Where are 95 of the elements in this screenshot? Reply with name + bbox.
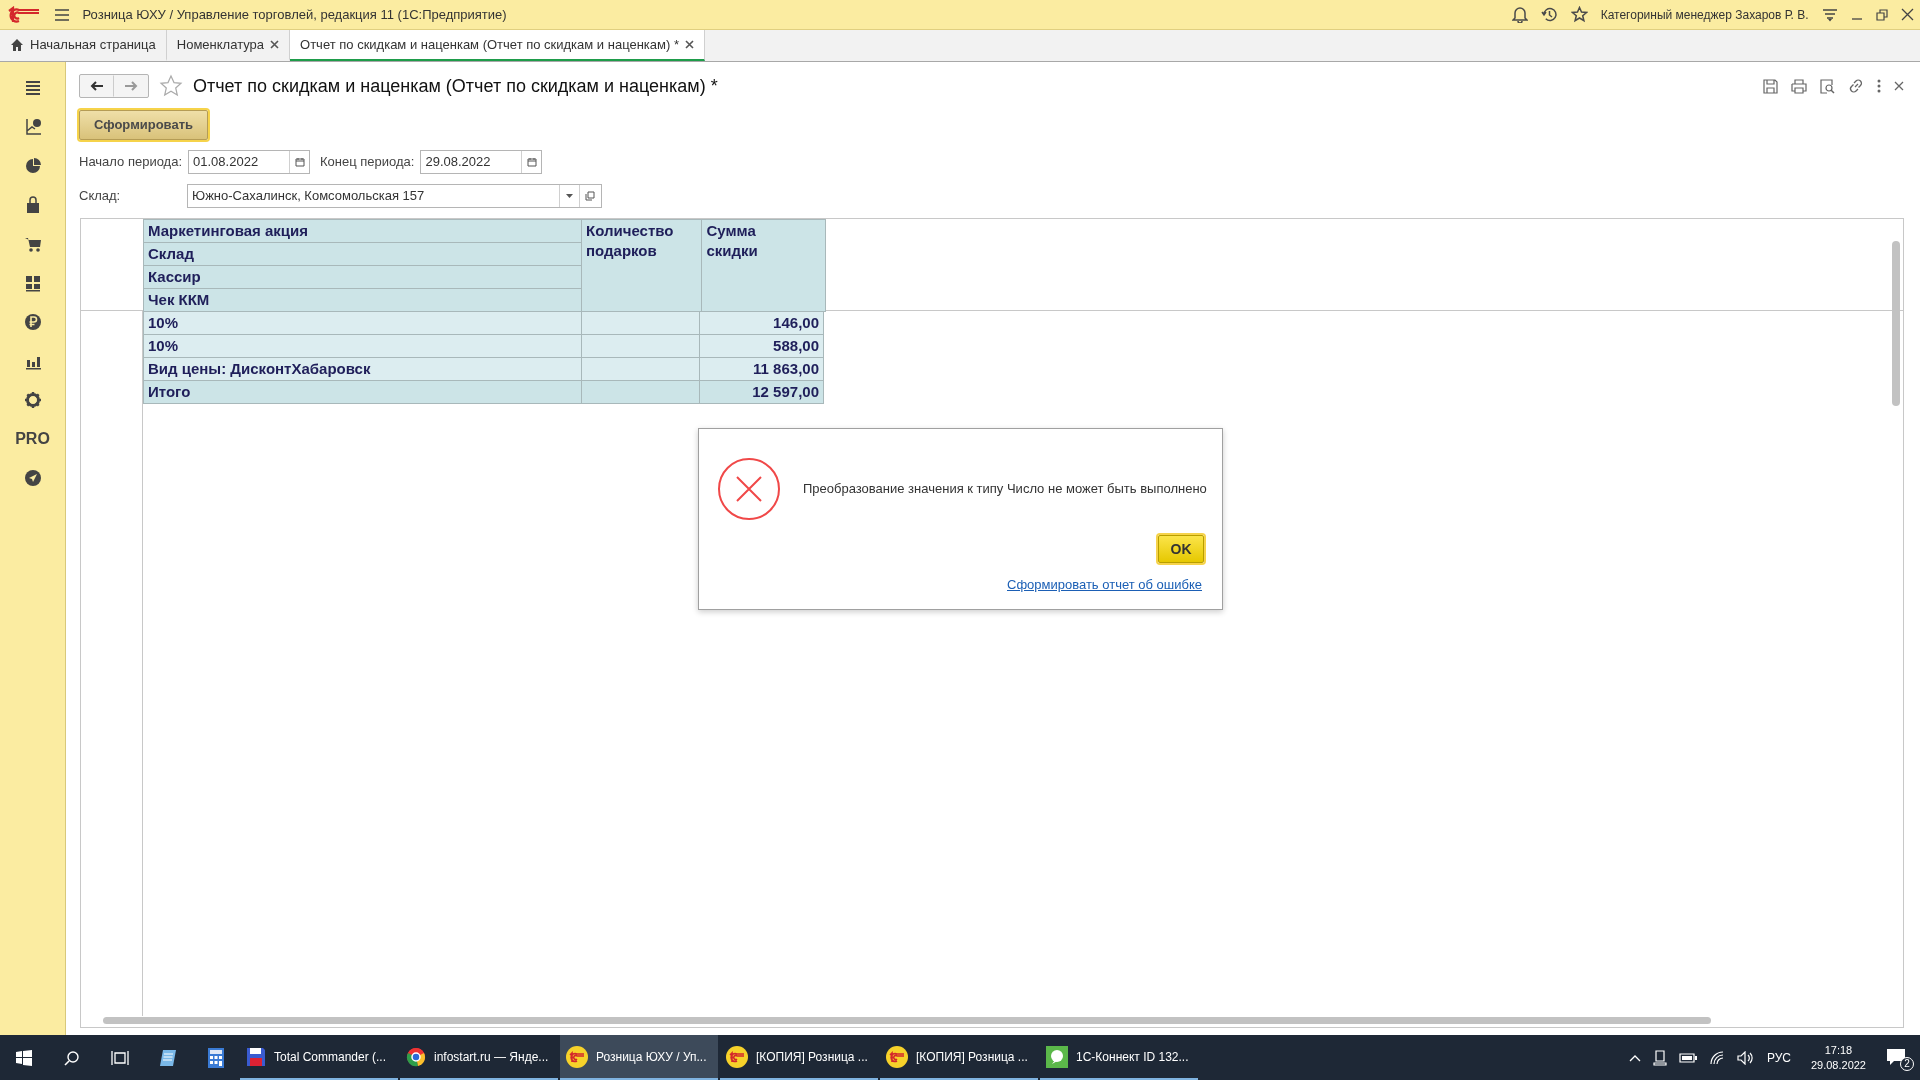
history-icon[interactable]: [1540, 6, 1558, 23]
table-cell: 10%: [143, 311, 582, 335]
column-header: Чек ККМ: [143, 288, 582, 312]
more-icon[interactable]: [1876, 79, 1881, 94]
calendar-icon: [526, 156, 537, 167]
chart-axes-icon[interactable]: [23, 118, 42, 136]
back-arrow-icon: [90, 81, 104, 92]
error-report-link[interactable]: Сформировать отчет об ошибке: [1007, 575, 1202, 595]
close-icon[interactable]: [1893, 81, 1904, 92]
close-icon[interactable]: [270, 40, 280, 49]
wifi-icon[interactable]: [1708, 1050, 1725, 1065]
form-title: Отчет по скидкам и наценкам (Отчет по скидкам и наценкам) *: [193, 74, 718, 98]
scrollbar[interactable]: [103, 1017, 1711, 1024]
calendar-icon: [294, 156, 305, 167]
tab[interactable]: Начальная страница: [0, 30, 167, 61]
bell-icon[interactable]: [1511, 6, 1528, 23]
star-icon[interactable]: [159, 74, 183, 99]
column-header: Сумма скидки: [701, 219, 826, 312]
speaker-icon[interactable]: [1736, 1050, 1755, 1065]
notification-badge: 2: [1900, 1056, 1914, 1071]
warehouse-input[interactable]: Южно-Сахалинск, Комсомольская 157: [188, 184, 559, 207]
logo-icon: [6, 5, 41, 24]
clock-time[interactable]: 17:18: [1824, 1042, 1853, 1058]
scrollbar[interactable]: [1892, 240, 1900, 406]
print-icon[interactable]: [1790, 78, 1807, 94]
field-label: Начало периода:: [79, 152, 183, 171]
table-cell: 12 597,00: [699, 380, 824, 404]
save-icon[interactable]: [1762, 78, 1778, 94]
caret-icon: [566, 193, 573, 198]
column-header: Кассир: [143, 265, 582, 289]
chat-icon: [1046, 1045, 1068, 1068]
table-cell: 588,00: [699, 334, 824, 358]
logo-icon: [726, 1045, 748, 1068]
clock-date[interactable]: 29.08.2022: [1810, 1057, 1866, 1073]
calculator-icon: [208, 1047, 224, 1068]
notepad-icon: [158, 1047, 178, 1068]
taskbar-app[interactable]: 1С-Коннект ID 132...: [1040, 1035, 1198, 1080]
notification-icon[interactable]: [1886, 1048, 1906, 1067]
tab[interactable]: Отчет по скидкам и наценкам (Отчет по скидкам и наценкам) *: [290, 30, 705, 61]
task-view-icon: [111, 1049, 129, 1066]
table-cell: 10%: [143, 334, 582, 358]
filter-icon[interactable]: [1821, 7, 1838, 22]
ok-button[interactable]: OK: [1158, 535, 1204, 563]
language-indicator[interactable]: РУС: [1766, 1048, 1791, 1067]
menu-icon[interactable]: [53, 7, 70, 22]
field-label: Склад:: [79, 186, 122, 205]
date-field[interactable]: 29.08.2022: [420, 149, 543, 174]
date-field[interactable]: 01.08.2022: [188, 149, 311, 174]
pro-label[interactable]: PRO: [15, 427, 50, 451]
column-header: Склад: [143, 242, 582, 266]
close-icon[interactable]: [1900, 8, 1914, 21]
restore-icon[interactable]: [1875, 8, 1888, 21]
logo-icon: [886, 1045, 908, 1068]
error-message: Преобразование значения к типу Число не может быть выполнено: [803, 480, 1207, 499]
table-cell: Итого: [143, 380, 582, 404]
date-input[interactable]: 29.08.2022: [421, 150, 522, 173]
error-icon: [717, 457, 781, 521]
taskbar-app[interactable]: [КОПИЯ] Розница ...: [880, 1035, 1038, 1080]
user-name[interactable]: Категориный менеджер Захаров Р. В.: [1600, 5, 1809, 24]
forward-arrow-icon: [124, 81, 138, 92]
table-cell: 11 863,00: [699, 357, 824, 381]
floppy-icon: [246, 1046, 266, 1067]
search-icon: [64, 1049, 80, 1066]
warehouse-field[interactable]: Южно-Сахалинск, Комсомольская 157: [187, 183, 602, 208]
table-cell: Вид цены: ДисконтХабаровск: [143, 357, 582, 381]
battery-icon[interactable]: [1678, 1052, 1697, 1063]
navigation-icon[interactable]: [23, 469, 42, 487]
grid-icon[interactable]: [23, 274, 42, 292]
ruble-icon[interactable]: [23, 313, 42, 331]
taskbar-app[interactable]: [КОПИЯ] Розница ...: [720, 1035, 878, 1080]
column-header: Маркетинговая акция: [143, 219, 582, 243]
menu-icon[interactable]: [23, 79, 42, 97]
device-icon[interactable]: [1652, 1049, 1667, 1066]
cart-icon[interactable]: [23, 235, 42, 253]
chevron-up-icon[interactable]: [1628, 1053, 1641, 1062]
preview-icon[interactable]: [1819, 78, 1835, 94]
close-icon[interactable]: [685, 40, 694, 49]
link-icon[interactable]: [1847, 78, 1864, 95]
column-header: Количество подарков: [581, 219, 702, 312]
logo-icon: [566, 1045, 588, 1068]
field-label: Конец периода:: [320, 152, 415, 171]
generate-button[interactable]: Сформировать: [79, 110, 209, 140]
taskbar-app[interactable]: Розница ЮХУ / Уп...: [560, 1035, 718, 1080]
taskbar-app[interactable]: infostart.ru — Янде...: [400, 1035, 558, 1080]
settings-icon[interactable]: [23, 391, 42, 409]
browser-icon: [406, 1046, 426, 1067]
taskbar-app[interactable]: Total Commander (...: [240, 1035, 398, 1080]
date-input[interactable]: 01.08.2022: [189, 150, 290, 173]
window-title: Розница ЮХУ / Управление торговлей, редакция 11 (1С:Предприятие): [82, 5, 507, 24]
home-icon: [10, 37, 24, 52]
table-cell: 146,00: [699, 311, 824, 335]
star-icon[interactable]: [1570, 6, 1588, 23]
pie-chart-icon[interactable]: [23, 157, 42, 175]
windows-icon: [16, 1049, 32, 1066]
open-icon: [584, 190, 595, 201]
